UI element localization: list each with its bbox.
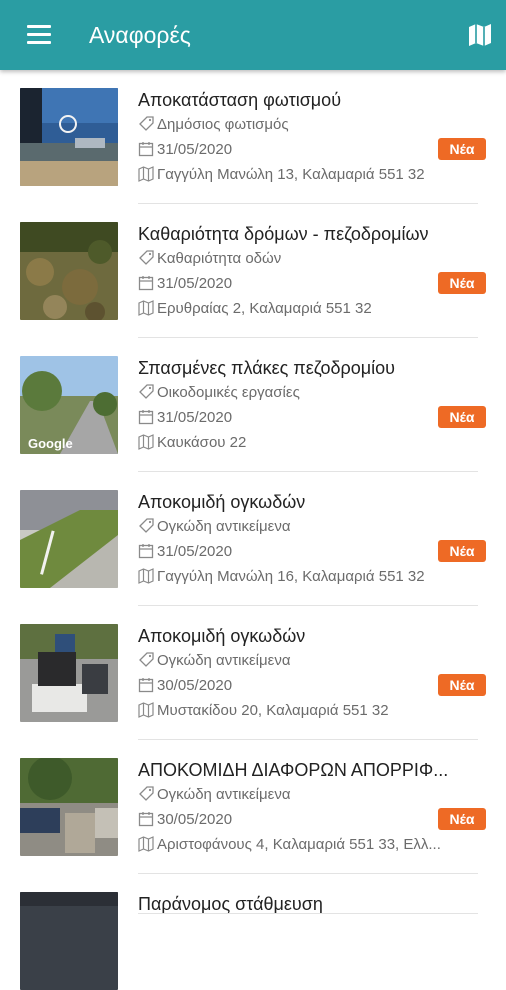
- calendar-icon: [138, 812, 154, 827]
- tag-icon: [139, 250, 154, 265]
- calendar-icon: [138, 410, 154, 425]
- report-title: ΑΠΟΚΟΜΙΔΗ ΔΙΑΦΟΡΩΝ ΑΠΟΡΡΙΦ...: [138, 760, 449, 780]
- report-address: Γαγγύλη Μανώλη 13, Καλαμαριά 551 32: [138, 165, 483, 185]
- report-address: Μυστακίδου 20, Καλαμαριά 551 32: [138, 701, 483, 721]
- calendar-icon: [138, 142, 154, 157]
- report-category: Ογκώδη αντικείμενα: [138, 517, 483, 537]
- report-category: Δημόσιος φωτισμός: [138, 115, 483, 135]
- report-address: Αριστοφάνους 4, Καλαμαριά 551 33, Ελλ...: [138, 835, 483, 855]
- status-badge: Νέα: [438, 406, 486, 428]
- calendar-icon: [138, 544, 154, 559]
- map-icon: [138, 702, 154, 718]
- list-item[interactable]: Αποκατάσταση φωτισμού Δημόσιος φωτισμός …: [0, 70, 506, 204]
- calendar-icon: [138, 678, 154, 693]
- list-item[interactable]: Παράνομος στάθμευση: [0, 874, 506, 990]
- report-photo: [20, 222, 118, 320]
- report-photo: Google: [20, 356, 118, 454]
- report-date: 30/05/2020: [138, 676, 483, 696]
- map-icon: [138, 434, 154, 450]
- map-icon: [138, 836, 154, 852]
- reports-list: Αποκατάσταση φωτισμού Δημόσιος φωτισμός …: [0, 70, 506, 990]
- status-badge: Νέα: [438, 272, 486, 294]
- tag-icon: [139, 786, 154, 801]
- list-item[interactable]: Καθαριότητα δρόμων - πεζοδρομίων Καθαριό…: [0, 204, 506, 338]
- report-address: Καυκάσου 22: [138, 433, 483, 453]
- report-title: Παράνομος στάθμευση: [138, 894, 323, 914]
- report-photo: [20, 758, 118, 856]
- tag-icon: [139, 116, 154, 131]
- report-photo: [20, 624, 118, 722]
- report-photo: [20, 490, 118, 588]
- map-icon: [138, 568, 154, 584]
- calendar-icon: [138, 276, 154, 291]
- status-badge: Νέα: [438, 674, 486, 696]
- hamburger-menu-icon[interactable]: [27, 25, 51, 45]
- report-date: 31/05/2020: [138, 274, 483, 294]
- map-icon: [138, 166, 154, 182]
- report-date: 30/05/2020: [138, 810, 483, 830]
- report-date: 31/05/2020: [138, 542, 483, 562]
- report-date: 31/05/2020: [138, 140, 483, 160]
- page-title: Αναφορές: [89, 22, 191, 48]
- report-category: Οικοδομικές εργασίες: [138, 383, 483, 403]
- photo-watermark: Google: [28, 436, 73, 451]
- map-icon[interactable]: [467, 22, 493, 48]
- list-item[interactable]: Google Σπασμένες πλάκες πεζοδρομίου Οικο…: [0, 338, 506, 472]
- tag-icon: [139, 384, 154, 399]
- report-title: Αποκομιδή ογκωδών: [138, 626, 306, 646]
- tag-icon: [139, 518, 154, 533]
- report-title: Σπασμένες πλάκες πεζοδρομίου: [138, 358, 395, 378]
- status-badge: Νέα: [438, 540, 486, 562]
- status-badge: Νέα: [438, 808, 486, 830]
- status-badge: Νέα: [438, 138, 486, 160]
- report-photo: [20, 892, 118, 990]
- app-bar: Αναφορές: [0, 0, 506, 70]
- report-title: Καθαριότητα δρόμων - πεζοδρομίων: [138, 224, 429, 244]
- list-item[interactable]: Αποκομιδή ογκωδών Ογκώδη αντικείμενα 30/…: [0, 606, 506, 740]
- report-category: Ογκώδη αντικείμενα: [138, 651, 483, 671]
- report-title: Αποκατάσταση φωτισμού: [138, 90, 342, 110]
- report-address: Ερυθραίας 2, Καλαμαριά 551 32: [138, 299, 483, 319]
- report-address: Γαγγύλη Μανώλη 16, Καλαμαριά 551 32: [138, 567, 483, 587]
- report-category: Ογκώδη αντικείμενα: [138, 785, 483, 805]
- report-title: Αποκομιδή ογκωδών: [138, 492, 306, 512]
- list-item[interactable]: Αποκομιδή ογκωδών Ογκώδη αντικείμενα 31/…: [0, 472, 506, 606]
- list-item[interactable]: ΑΠΟΚΟΜΙΔΗ ΔΙΑΦΟΡΩΝ ΑΠΟΡΡΙΦ... Ογκώδη αντ…: [0, 740, 506, 874]
- report-date: 31/05/2020: [138, 408, 483, 428]
- report-category: Καθαριότητα οδών: [138, 249, 483, 269]
- report-photo: [20, 88, 118, 186]
- tag-icon: [139, 652, 154, 667]
- map-icon: [138, 300, 154, 316]
